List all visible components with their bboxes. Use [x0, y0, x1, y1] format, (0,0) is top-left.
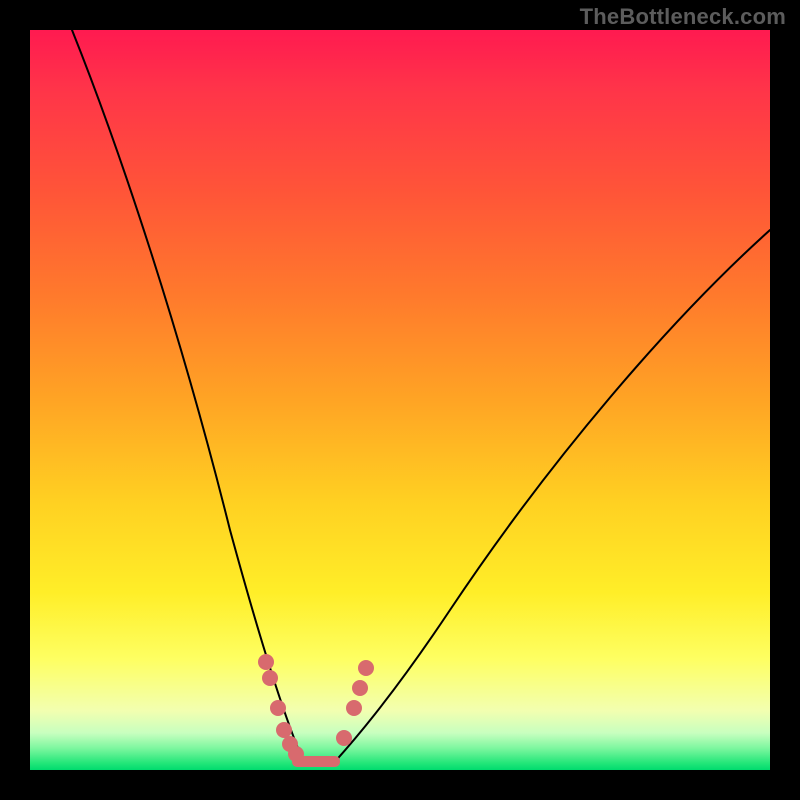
plot-area — [30, 30, 770, 770]
marker-dot — [288, 746, 304, 762]
marker-dot — [346, 700, 362, 716]
marker-dot — [358, 660, 374, 676]
marker-dot — [270, 700, 286, 716]
marker-dot — [336, 730, 352, 746]
curve-layer — [30, 30, 770, 770]
chart-frame: TheBottleneck.com — [0, 0, 800, 800]
right-markers — [336, 660, 374, 746]
marker-dot — [262, 670, 278, 686]
bottleneck-right-curve — [332, 230, 770, 765]
watermark-text: TheBottleneck.com — [580, 4, 786, 30]
marker-dot — [276, 722, 292, 738]
bottleneck-left-curve — [72, 30, 305, 765]
marker-dot — [352, 680, 368, 696]
left-markers — [258, 654, 304, 762]
marker-dot — [258, 654, 274, 670]
